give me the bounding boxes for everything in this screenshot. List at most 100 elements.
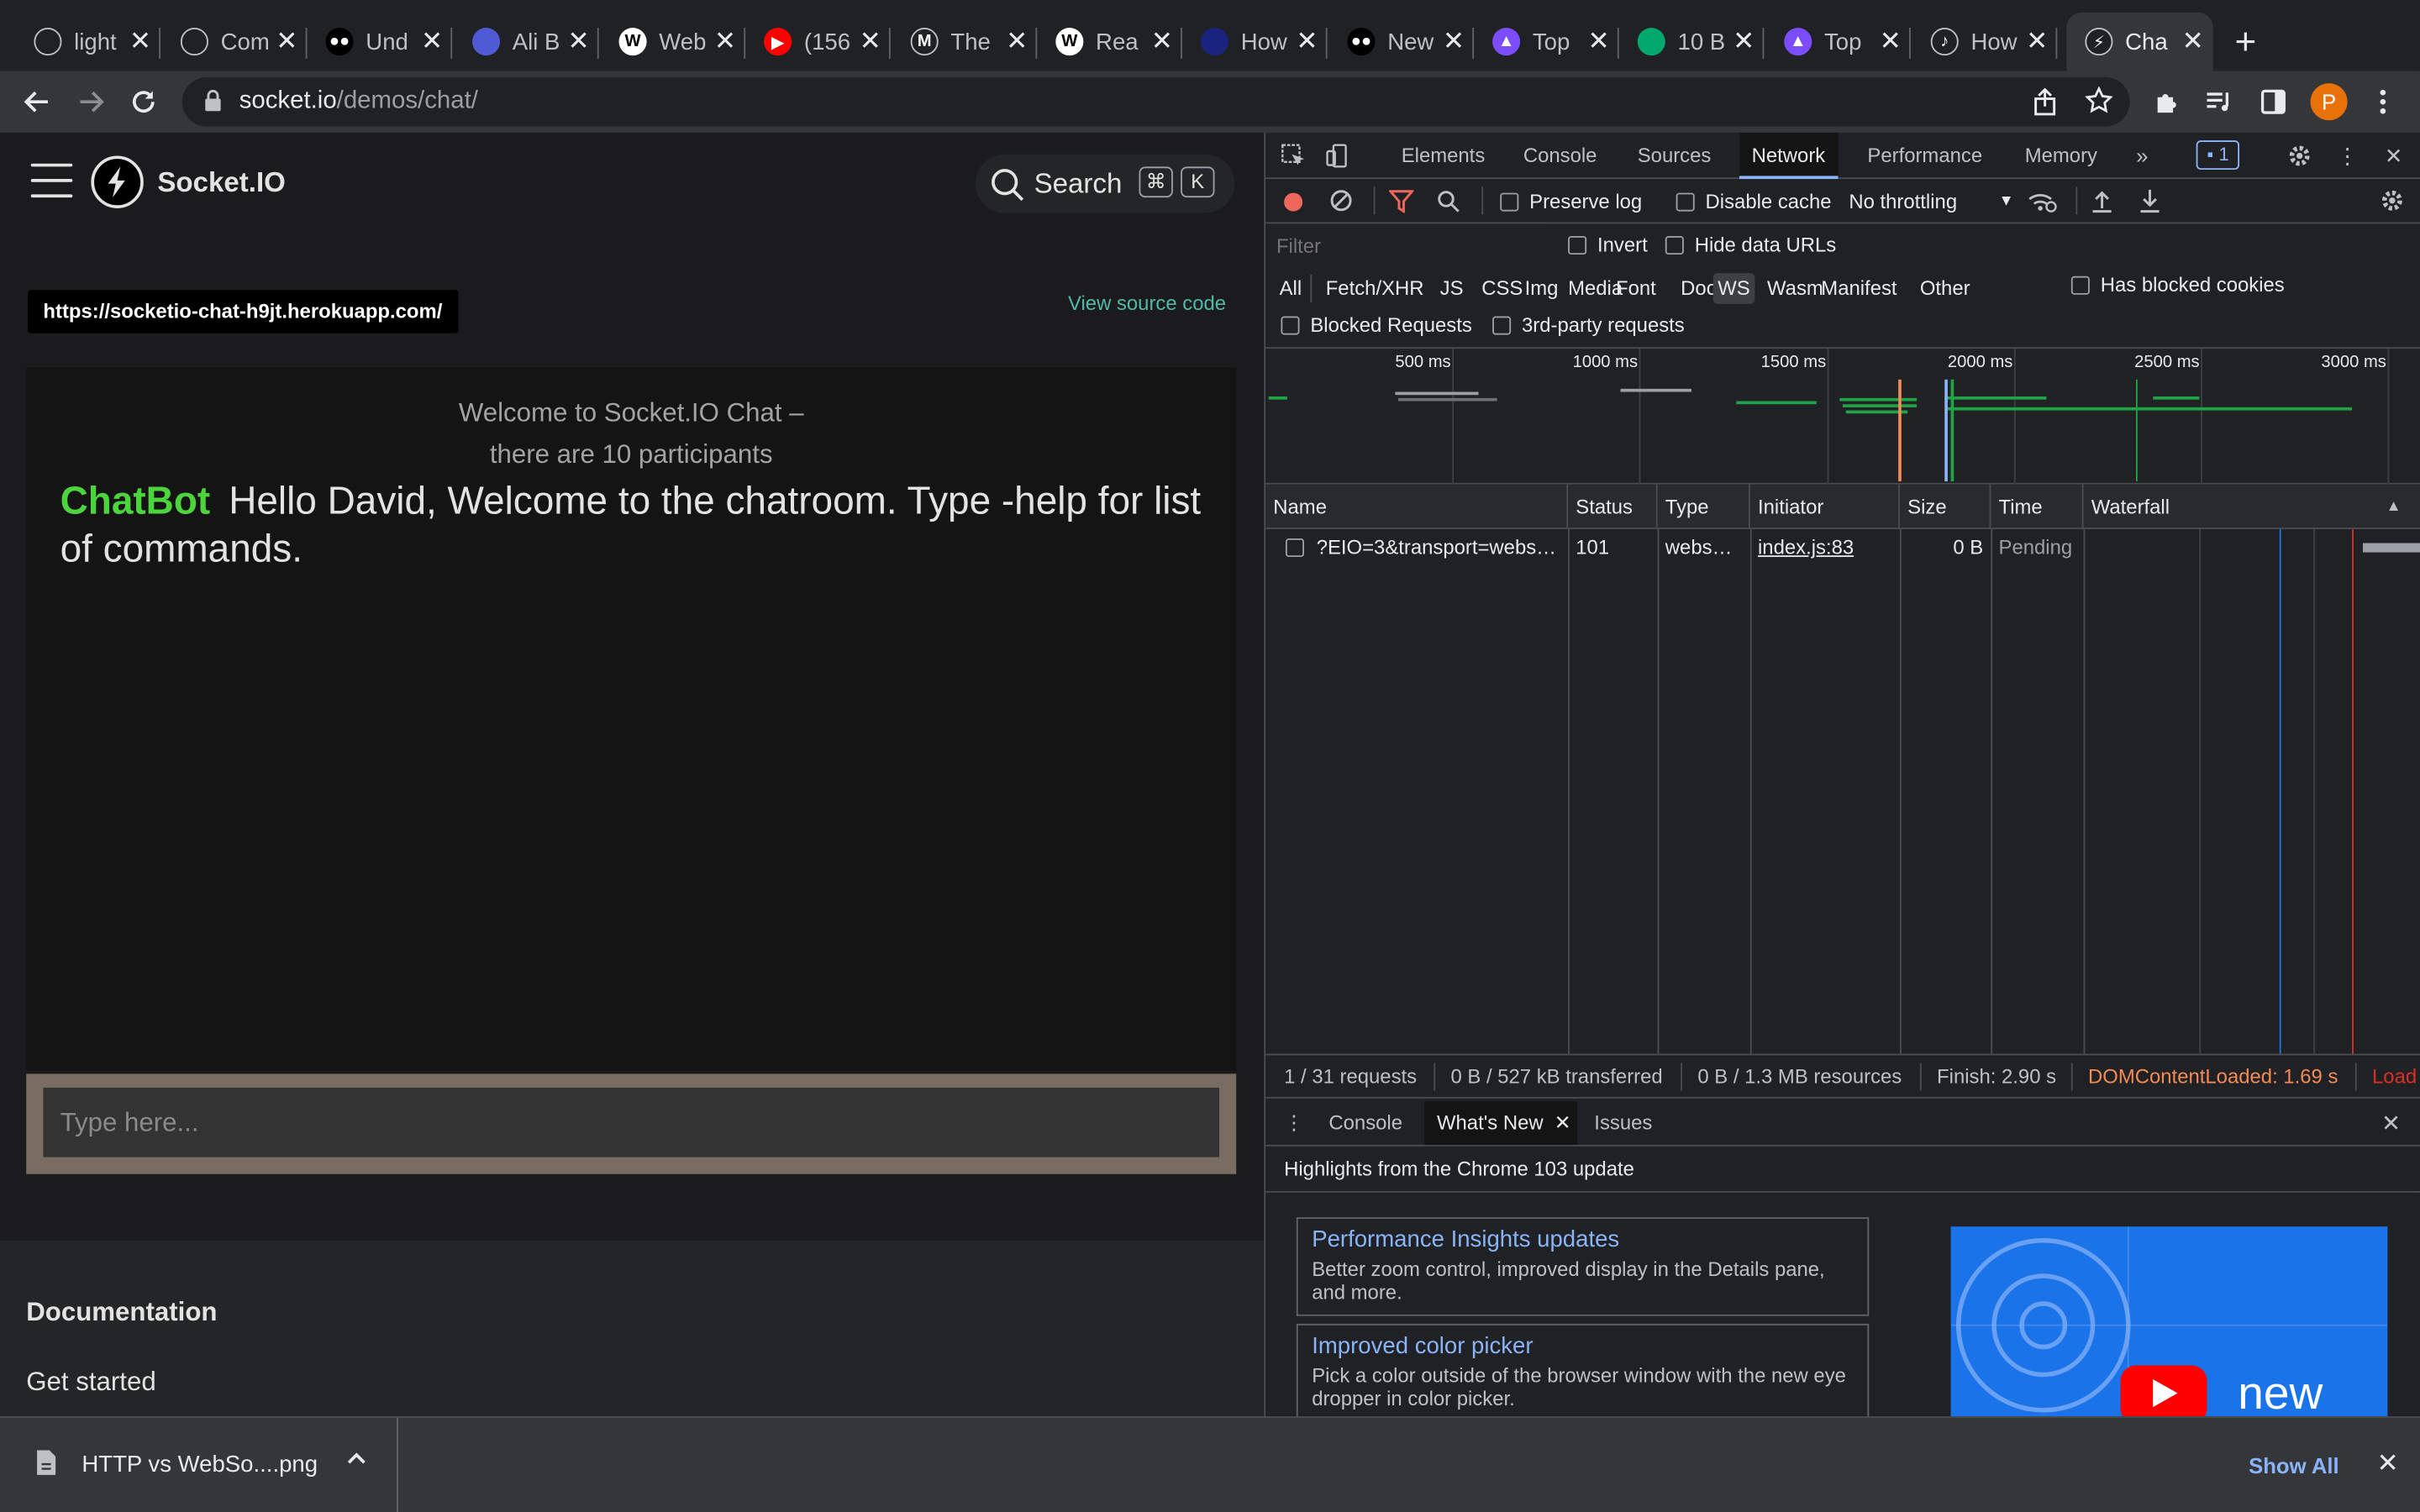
browser-tab[interactable]: 10 B ✕ bbox=[1619, 13, 1765, 71]
profile-avatar[interactable]: P bbox=[2310, 83, 2348, 121]
filter-type-ws[interactable]: WS bbox=[1712, 273, 1755, 304]
close-tab-icon[interactable]: ✕ bbox=[1006, 26, 1028, 57]
export-har-icon[interactable] bbox=[2139, 188, 2161, 218]
more-tabs-chevron-icon[interactable]: » bbox=[2127, 140, 2158, 171]
drawer-tab-console[interactable]: Console bbox=[1317, 1101, 1415, 1144]
browser-tab[interactable]: Ali B ✕ bbox=[454, 13, 599, 71]
search-button[interactable]: Search ⌘ K bbox=[975, 154, 1235, 213]
chat-message-input[interactable] bbox=[43, 1087, 1219, 1158]
card-title[interactable]: Performance Insights updates bbox=[1312, 1226, 1854, 1252]
close-tab-icon[interactable]: ✕ bbox=[1588, 26, 1610, 57]
filter-funnel-icon[interactable] bbox=[1387, 190, 1415, 218]
card-title[interactable]: Improved color picker bbox=[1312, 1333, 1854, 1359]
close-tab-icon[interactable]: ✕ bbox=[2026, 26, 2048, 57]
column-name[interactable]: Name bbox=[1265, 484, 1569, 529]
close-downloads-icon[interactable]: ✕ bbox=[2377, 1449, 2399, 1480]
filter-type-manifest[interactable]: Manifest bbox=[1817, 273, 1902, 304]
column-time[interactable]: Time bbox=[1991, 484, 2084, 529]
address-bar[interactable]: socket.io/demos/chat/ bbox=[182, 76, 2130, 127]
inspect-element-icon[interactable] bbox=[1278, 140, 1309, 171]
clear-icon[interactable] bbox=[1328, 188, 1353, 218]
filter-type-js[interactable]: JS bbox=[1435, 273, 1468, 304]
browser-tab[interactable]: ●● Und ✕ bbox=[308, 13, 453, 71]
back-icon[interactable] bbox=[17, 81, 57, 122]
view-source-link[interactable]: View source code bbox=[1068, 291, 1226, 315]
filter-type-font[interactable]: Font bbox=[1612, 273, 1661, 304]
socketio-logo-icon[interactable] bbox=[91, 155, 144, 208]
throttling-select[interactable]: No throttling ▼ bbox=[1849, 190, 2013, 213]
extensions-icon[interactable] bbox=[2147, 81, 2187, 122]
show-all-button[interactable]: Show All bbox=[2228, 1442, 2359, 1488]
column-initiator[interactable]: Initiator bbox=[1750, 484, 1900, 529]
more-menu-icon[interactable] bbox=[2363, 81, 2403, 122]
close-tab-icon[interactable]: ✕ bbox=[421, 26, 443, 57]
close-tab-icon[interactable]: ✕ bbox=[1296, 26, 1318, 57]
filter-type-img[interactable]: Img bbox=[1520, 273, 1563, 304]
download-item[interactable]: HTTP vs WebSo....png bbox=[0, 1417, 398, 1512]
close-tab-icon[interactable]: ✕ bbox=[1555, 1101, 1571, 1144]
close-devtools-icon[interactable]: ✕ bbox=[2378, 140, 2409, 171]
chevron-up-icon[interactable] bbox=[345, 1449, 367, 1478]
browser-tab[interactable]: ♪ How ✕ bbox=[1912, 13, 2058, 71]
whats-new-video-thumbnail[interactable]: new bbox=[1950, 1226, 2388, 1417]
drawer-tab-whats-new[interactable]: What's New ✕ bbox=[1424, 1101, 1578, 1145]
filter-type-fetchxhr[interactable]: Fetch/XHR bbox=[1321, 273, 1428, 304]
browser-tab[interactable]: ▶ (156 ✕ bbox=[745, 13, 891, 71]
close-tab-icon[interactable]: ✕ bbox=[860, 26, 881, 57]
browser-tab[interactable]: How ✕ bbox=[1182, 13, 1328, 71]
preserve-log-checkbox[interactable]: Preserve log bbox=[1500, 190, 1642, 213]
browser-tab[interactable]: ●● New ✕ bbox=[1328, 13, 1475, 71]
drawer-tab-issues[interactable]: Issues bbox=[1582, 1101, 1665, 1144]
network-overview-timeline[interactable]: 500 ms 1000 ms 1500 ms 2000 ms 2500 ms 3… bbox=[1265, 349, 2420, 485]
hamburger-menu-icon[interactable] bbox=[30, 163, 73, 198]
browser-tab[interactable]: W Rea ✕ bbox=[1037, 13, 1182, 71]
reload-icon[interactable] bbox=[124, 81, 164, 122]
table-row[interactable]: ?EIO=3&transport=webs… 101 webs… index.j… bbox=[1265, 529, 2420, 566]
has-blocked-cookies-checkbox[interactable]: Has blocked cookies bbox=[2070, 273, 2285, 297]
filter-input[interactable] bbox=[1271, 228, 1544, 263]
new-tab-icon[interactable]: + bbox=[2235, 22, 2257, 65]
network-settings-gear-icon[interactable] bbox=[2380, 188, 2404, 218]
close-drawer-icon[interactable]: ✕ bbox=[2381, 1110, 2401, 1137]
network-conditions-icon[interactable] bbox=[2027, 190, 2058, 219]
close-tab-icon[interactable]: ✕ bbox=[129, 26, 151, 57]
blocked-requests-checkbox[interactable]: Blocked Requests bbox=[1281, 313, 1472, 336]
column-status[interactable]: Status bbox=[1568, 484, 1658, 529]
close-tab-icon[interactable]: ✕ bbox=[276, 26, 297, 57]
filter-type-other[interactable]: Other bbox=[1915, 273, 1975, 304]
settings-gear-icon[interactable] bbox=[2284, 140, 2315, 171]
drawer-menu-icon[interactable]: ⋮ bbox=[1284, 1110, 1304, 1135]
devtools-tab-sources[interactable]: Sources bbox=[1625, 133, 1723, 177]
request-initiator-link[interactable]: index.js:83 bbox=[1750, 529, 1900, 566]
close-tab-icon[interactable]: ✕ bbox=[1733, 26, 1754, 57]
demo-url-link[interactable]: https://socketio-chat-h9jt.herokuapp.com… bbox=[28, 290, 458, 333]
browser-tab[interactable]: Com ✕ bbox=[162, 13, 308, 71]
disable-cache-checkbox[interactable]: Disable cache bbox=[1676, 190, 1832, 213]
close-tab-icon[interactable]: ✕ bbox=[567, 26, 589, 57]
devtools-tab-network[interactable]: Network bbox=[1739, 132, 1838, 180]
devtools-menu-icon[interactable]: ⋮ bbox=[2332, 140, 2363, 171]
browser-tab[interactable]: ▲ Top ✕ bbox=[1474, 13, 1619, 71]
third-party-requests-checkbox[interactable]: 3rd-party requests bbox=[1492, 313, 1685, 336]
side-panel-icon[interactable] bbox=[2254, 81, 2294, 122]
column-size[interactable]: Size bbox=[1900, 484, 1991, 529]
filter-type-all[interactable]: All bbox=[1275, 273, 1307, 304]
record-icon[interactable] bbox=[1281, 189, 1306, 215]
browser-tab[interactable]: M The ✕ bbox=[892, 13, 1038, 71]
whats-new-card[interactable]: Improved color picker Pick a color outsi… bbox=[1296, 1323, 1870, 1417]
share-icon[interactable] bbox=[2033, 87, 2057, 123]
browser-tab[interactable]: ▲ Top ✕ bbox=[1765, 13, 1911, 71]
close-tab-icon[interactable]: ✕ bbox=[714, 26, 736, 57]
column-waterfall[interactable]: Waterfall ▲ bbox=[2084, 485, 2420, 529]
close-tab-icon[interactable]: ✕ bbox=[1880, 26, 1902, 57]
device-toolbar-icon[interactable] bbox=[1323, 140, 1354, 171]
lock-icon[interactable] bbox=[203, 89, 222, 121]
issues-badge[interactable]: ▪ 1 bbox=[2196, 140, 2240, 171]
column-type[interactable]: Type bbox=[1658, 484, 1750, 529]
devtools-tab-elements[interactable]: Elements bbox=[1389, 133, 1497, 177]
close-tab-icon[interactable]: ✕ bbox=[1443, 26, 1465, 57]
browser-tab[interactable]: W Web ✕ bbox=[600, 13, 746, 71]
browser-tab[interactable]: ⚡ Cha ✕ bbox=[2066, 12, 2213, 71]
import-har-icon[interactable] bbox=[2091, 188, 2113, 218]
close-tab-icon[interactable]: ✕ bbox=[1151, 26, 1173, 57]
